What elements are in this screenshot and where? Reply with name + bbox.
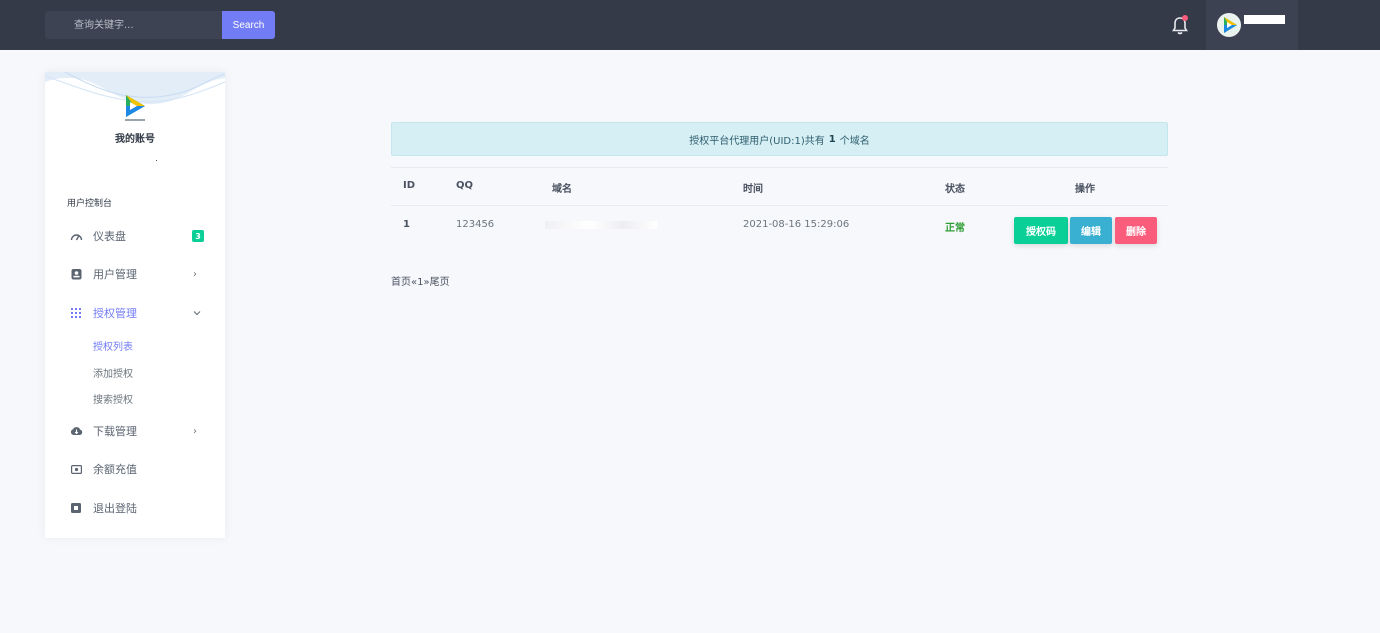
sidebar-item-label: 用户管理 <box>93 268 137 281</box>
column-header-actions: 操作 <box>1075 184 1095 195</box>
sidebar: 我的账号 用户控制台 仪表盘 3 用户管理 › 授权管理 授权列表 添加授权 搜… <box>45 72 225 538</box>
sidebar-item-label: 授权管理 <box>93 307 137 320</box>
summary-alert: 授权平台代理用户(UID:1)共有 1 个域名 <box>391 122 1168 156</box>
avatar <box>1217 13 1241 37</box>
sidebar-item-user-management[interactable]: 用户管理 › <box>45 264 225 284</box>
cell-domain-masked <box>545 221 657 229</box>
sub-item-add-authorization[interactable]: 添加授权 <box>93 365 133 380</box>
search-bar: Search <box>45 11 275 39</box>
edit-button[interactable]: 编辑 <box>1070 217 1112 244</box>
sidebar-item-downloads[interactable]: 下载管理 › <box>45 421 225 441</box>
sidebar-item-label: 退出登陆 <box>93 502 137 515</box>
table-header-divider <box>391 205 1168 206</box>
account-subtext-mark <box>156 160 157 161</box>
cell-id: 1 <box>403 219 410 230</box>
notification-dot <box>1182 15 1188 21</box>
search-input[interactable] <box>45 11 222 39</box>
alert-count: 1 <box>828 133 836 145</box>
sidebar-item-logout[interactable]: 退出登陆 <box>45 498 225 518</box>
table-top-border <box>391 167 1168 168</box>
cloud-download-icon <box>69 424 83 438</box>
column-header-status: 状态 <box>945 184 965 195</box>
grid-icon <box>69 306 83 320</box>
column-header-id: ID <box>403 180 416 191</box>
sub-item-search-authorization[interactable]: 搜索授权 <box>93 391 133 406</box>
logo-play-icon <box>125 95 145 121</box>
alert-prefix: 授权平台代理用户(UID:1)共有 <box>689 135 825 147</box>
column-header-qq: QQ <box>456 180 474 191</box>
column-header-domain: 域名 <box>552 184 572 195</box>
logout-icon <box>69 501 83 515</box>
user-menu[interactable] <box>1206 0 1298 50</box>
chevron-right-icon: › <box>193 268 197 280</box>
sidebar-item-label: 余额充值 <box>93 463 137 476</box>
chevron-down-icon <box>193 308 201 319</box>
sidebar-item-dashboard[interactable]: 仪表盘 3 <box>45 226 225 246</box>
cell-qq: 123456 <box>456 219 495 230</box>
account-title: 我的账号 <box>115 134 155 145</box>
auth-code-button[interactable]: 授权码 <box>1014 217 1068 244</box>
sidebar-item-recharge[interactable]: 余额充值 <box>45 459 225 479</box>
search-button[interactable]: Search <box>222 11 275 39</box>
money-icon <box>69 462 83 476</box>
sidebar-item-label: 下载管理 <box>93 425 137 438</box>
top-navbar: Search <box>0 0 1380 50</box>
sidebar-section-label: 用户控制台 <box>67 199 113 209</box>
delete-button[interactable]: 删除 <box>1115 217 1157 244</box>
dashboard-badge: 3 <box>192 230 204 242</box>
column-header-time: 时间 <box>743 184 763 195</box>
pagination[interactable]: 首页«1»尾页 <box>391 273 450 288</box>
cell-status: 正常 <box>945 223 965 234</box>
masked-username <box>1244 15 1285 24</box>
user-card-icon <box>69 267 83 281</box>
sidebar-item-authorization[interactable]: 授权管理 <box>45 303 225 323</box>
sidebar-item-label: 仪表盘 <box>93 230 126 243</box>
alert-suffix: 个域名 <box>839 135 870 147</box>
chevron-right-icon: › <box>193 425 197 437</box>
sub-item-authorization-list[interactable]: 授权列表 <box>93 338 133 353</box>
dashboard-gauge-icon <box>69 229 83 243</box>
cell-time: 2021-08-16 15:29:06 <box>743 219 850 230</box>
